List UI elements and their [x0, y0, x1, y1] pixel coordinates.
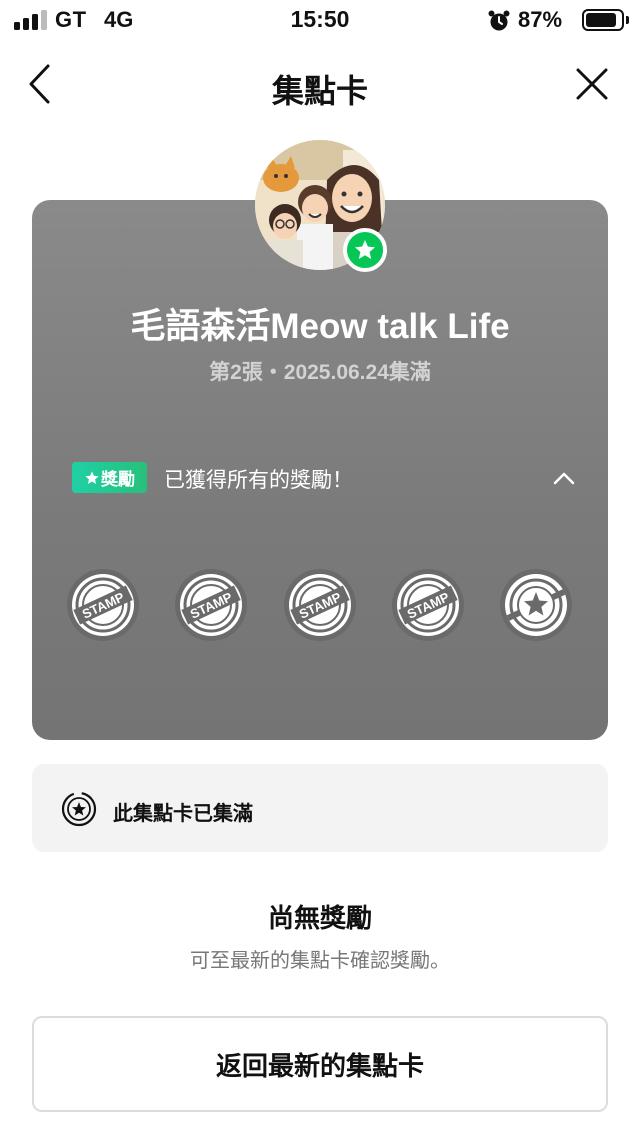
page-title: 集點卡	[271, 73, 368, 109]
status-bar: GT 4G 15:50 87%	[0, 0, 640, 40]
battery-level	[586, 13, 616, 27]
back-to-latest-card-button[interactable]: 返回最新的集點卡	[32, 1016, 608, 1112]
star-icon	[355, 240, 375, 259]
verified-badge	[343, 228, 387, 272]
battery-percentage: 87%	[518, 7, 563, 32]
reward-badge: 獎勵	[72, 462, 147, 493]
stamp-icon: STAMP	[175, 569, 247, 641]
battery-tip	[626, 16, 629, 24]
back-to-latest-card-label: 返回最新的集點卡	[215, 1050, 424, 1081]
card-subtitle: 第2張・2025.06.24集滿	[209, 361, 431, 384]
stamp-icon: STAMP	[67, 569, 139, 641]
reward-badge-label: 獎勵	[101, 470, 135, 489]
no-reward-description: 可至最新的集點卡確認獎勵。	[190, 950, 450, 972]
card-full-text: 此集點卡已集滿	[113, 803, 253, 825]
completed-stamp-icon	[61, 791, 97, 827]
stamp-card-page: GT 4G 15:50 87% 集點卡 毛語森活Meow talk Life 第…	[0, 0, 640, 1136]
chevron-up-icon[interactable]	[550, 466, 578, 490]
close-icon[interactable]	[572, 62, 612, 106]
stamp-icon: STAMP	[392, 569, 464, 641]
stamp-icon: STAMP	[284, 569, 356, 641]
battery-icon	[582, 9, 624, 31]
reward-status: 已獲得所有的獎勵！	[164, 469, 353, 492]
star-icon	[85, 470, 99, 484]
star-stamp-icon	[500, 569, 572, 641]
card-title: 毛語森活Meow talk Life	[130, 307, 510, 346]
alarm-icon	[488, 10, 510, 31]
no-reward-title: 尚無獎勵	[267, 903, 372, 933]
